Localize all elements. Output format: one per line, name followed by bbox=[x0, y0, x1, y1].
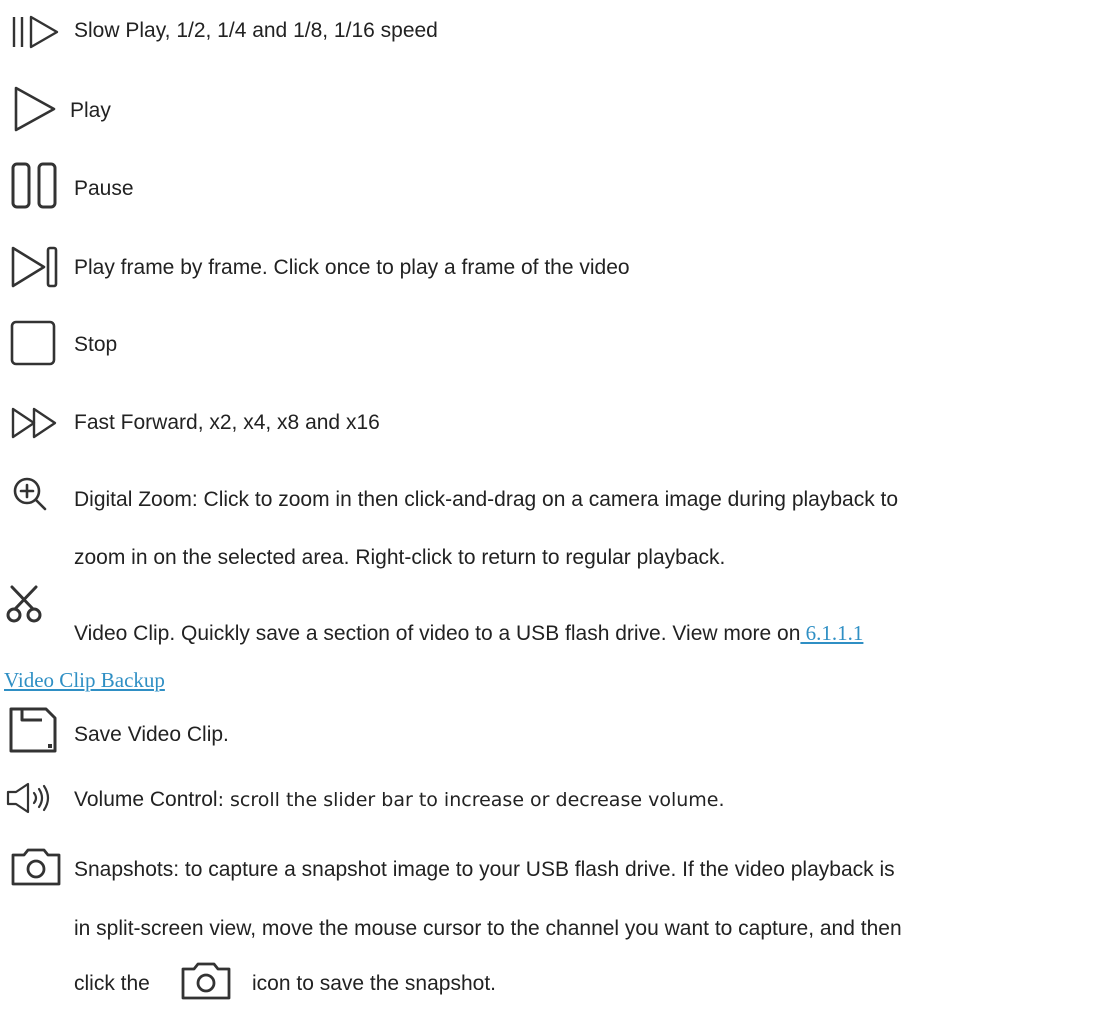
section-link-title[interactable]: Video Clip Backup bbox=[4, 666, 165, 694]
fast-forward-icon bbox=[10, 406, 66, 440]
item-text-line2: in split-screen view, move the mouse cur… bbox=[74, 917, 902, 940]
item-text: Save Video Clip. bbox=[74, 723, 229, 746]
video-clip-text: Video Clip. Quickly save a section of vi… bbox=[74, 622, 801, 645]
item-text-line3b: icon to save the snapshot. bbox=[252, 972, 496, 995]
item-text: Volume Control: scroll the slider bar to… bbox=[74, 786, 725, 814]
zoom-in-icon bbox=[12, 476, 48, 512]
save-icon bbox=[8, 706, 58, 754]
item-text: Slow Play, 1/2, 1/4 and 1/8, 1/16 speed bbox=[74, 19, 438, 42]
volume-label: Volume Control bbox=[74, 788, 218, 811]
slow-play-icon bbox=[10, 14, 62, 50]
item-text-line1: Snapshots: to capture a snapshot image t… bbox=[74, 858, 895, 881]
item-text-line3a: click the bbox=[74, 972, 150, 995]
frame-step-icon bbox=[10, 245, 62, 289]
volume-icon bbox=[4, 780, 66, 816]
item-text: Pause bbox=[74, 177, 134, 200]
scissors-icon bbox=[4, 584, 44, 624]
pause-icon bbox=[10, 161, 60, 211]
item-text-line1: Video Clip. Quickly save a section of vi… bbox=[74, 619, 863, 648]
item-text: Stop bbox=[74, 333, 118, 356]
item-text: Play frame by frame. Click once to play … bbox=[74, 256, 630, 279]
section-link-number[interactable]: 6.1.1.1 bbox=[800, 621, 864, 645]
play-icon bbox=[10, 84, 60, 134]
camera-icon bbox=[180, 961, 232, 1001]
volume-description: : scroll the slider bar to increase or d… bbox=[217, 789, 725, 811]
item-text: Play bbox=[70, 99, 111, 122]
item-text-line2: zoom in on the selected area. Right-clic… bbox=[74, 546, 726, 569]
stop-icon bbox=[10, 320, 56, 366]
item-text-line1: Digital Zoom: Click to zoom in then clic… bbox=[74, 488, 899, 511]
item-text: Fast Forward, x2, x4, x8 and x16 bbox=[74, 411, 380, 434]
camera-icon bbox=[10, 847, 62, 887]
